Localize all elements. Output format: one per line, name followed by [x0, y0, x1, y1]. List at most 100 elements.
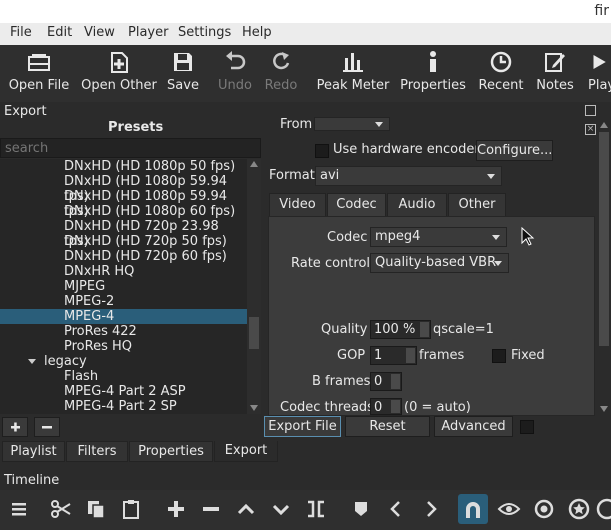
float-icon[interactable]: [585, 105, 596, 116]
preset-item[interactable]: DNxHD (HD 720p 23.98 fps): [0, 219, 247, 249]
configure-button[interactable]: Configure...: [476, 140, 553, 161]
preset-item[interactable]: DNxHD (HD 1080p 59.94 fps): [0, 189, 247, 219]
rate-control-combo[interactable]: Quality-based VBR: [370, 253, 509, 273]
undo-label: Undo: [218, 78, 252, 93]
export-scrollbar[interactable]: [598, 118, 611, 415]
tab-codec[interactable]: Codec: [327, 193, 386, 218]
next-icon[interactable]: [418, 496, 444, 522]
advanced-button[interactable]: Advanced: [434, 416, 513, 437]
dock-tab-filters[interactable]: Filters: [66, 441, 128, 462]
preset-item[interactable]: Flash: [0, 369, 247, 384]
menu-icon[interactable]: [6, 496, 32, 522]
presets-label: Presets: [108, 120, 164, 135]
menu-file[interactable]: File: [10, 25, 32, 40]
gop-label: GOP: [337, 348, 366, 363]
open-other-label: Open Other: [81, 78, 157, 93]
snap-icon[interactable]: [458, 494, 488, 524]
from-label: From: [280, 117, 313, 132]
redo-button[interactable]: Redo: [262, 45, 300, 102]
add-preset-button[interactable]: [2, 417, 28, 437]
preset-item[interactable]: DNxHD (HD 720p 50 fps): [0, 234, 247, 249]
preset-item[interactable]: DNxHD (HD 1080p 60 fps): [0, 204, 247, 219]
open-file-button[interactable]: Open File: [6, 45, 72, 102]
save-button[interactable]: Save: [164, 45, 202, 102]
recent-button[interactable]: Recent: [476, 45, 526, 102]
export-file-button[interactable]: Export File: [264, 416, 341, 437]
dock-tab-playlist[interactable]: Playlist: [2, 441, 65, 462]
menu-settings[interactable]: Settings: [178, 25, 231, 40]
from-combo[interactable]: [314, 117, 390, 131]
prev-icon[interactable]: [383, 496, 409, 522]
preset-item[interactable]: DNxHD (HD 720p 60 fps): [0, 249, 247, 264]
rate-control-label: Rate control: [291, 256, 371, 271]
menu-help[interactable]: Help: [242, 25, 272, 40]
undo-button[interactable]: Undo: [214, 45, 256, 102]
properties-button[interactable]: Properties: [398, 45, 468, 102]
preset-item[interactable]: MPEG-2: [0, 294, 247, 309]
preset-item[interactable]: DNxHD (HD 1080p 50 fps): [0, 159, 247, 174]
codec-threads-label: Codec threads: [280, 400, 374, 415]
preset-label: ProRes 422: [64, 324, 137, 339]
preset-item[interactable]: ProRes HQ: [0, 339, 247, 354]
preset-item[interactable]: MJPEG: [0, 279, 247, 294]
notes-label: Notes: [536, 78, 574, 93]
preset-item[interactable]: DNxHD (HD 1080p 59.94 fps): [0, 174, 247, 204]
menu-edit[interactable]: Edit: [47, 25, 72, 40]
preset-item[interactable]: MPEG-4 Part 2 ASP: [0, 384, 247, 399]
preset-item[interactable]: MPEG-4 Part 2 SP: [0, 399, 247, 414]
split-icon[interactable]: [303, 496, 329, 522]
dock-tab-properties[interactable]: Properties: [129, 441, 213, 462]
tab-other[interactable]: Other: [448, 193, 506, 217]
more-icon[interactable]: [596, 496, 611, 522]
playlist-button[interactable]: Play: [584, 45, 611, 102]
menu-view[interactable]: View: [84, 25, 115, 40]
paste-icon[interactable]: [118, 496, 144, 522]
preset-search-input[interactable]: [1, 139, 259, 157]
preset-label: legacy: [44, 354, 87, 369]
window-title: fir: [594, 3, 609, 19]
preset-scrollbar[interactable]: [247, 159, 261, 414]
reset-button[interactable]: Reset: [345, 416, 430, 437]
hw-encoder-checkbox[interactable]: [315, 144, 329, 158]
recent-icon: [476, 50, 526, 76]
quality-spinbox[interactable]: 100 %: [370, 320, 431, 339]
preset-label: DNxHD (HD 720p 50 fps): [64, 234, 227, 249]
format-combo[interactable]: avi: [315, 166, 502, 186]
bframes-spinbox[interactable]: 0: [370, 372, 402, 391]
preset-group[interactable]: legacy: [0, 354, 247, 369]
remove-preset-button[interactable]: [34, 417, 60, 437]
preset-item[interactable]: ProRes 422: [0, 324, 247, 339]
codec-threads-spinbox[interactable]: 0: [370, 398, 402, 415]
overwrite-icon[interactable]: [268, 496, 294, 522]
preset-search: [0, 138, 261, 158]
menu-player[interactable]: Player: [128, 25, 168, 40]
open-file-icon: [6, 50, 72, 76]
expand-arrow-icon[interactable]: [28, 359, 36, 364]
tab-audio[interactable]: Audio: [387, 193, 447, 217]
scrub-icon[interactable]: [496, 496, 522, 522]
copy-icon[interactable]: [83, 496, 109, 522]
cut-icon[interactable]: [48, 496, 74, 522]
notes-button[interactable]: Notes: [534, 45, 576, 102]
close-icon[interactable]: ×: [585, 124, 596, 135]
tab-video[interactable]: Video: [269, 193, 326, 217]
codec-combo[interactable]: mpeg4: [370, 227, 507, 247]
lift-icon[interactable]: [233, 496, 259, 522]
open-other-button[interactable]: Open Other: [80, 45, 158, 102]
gop-spinbox[interactable]: 1: [370, 346, 417, 365]
codec-label: Codec: [327, 230, 368, 245]
advanced-toggle-checkbox[interactable]: [520, 420, 534, 434]
gop-unit-label: frames: [419, 348, 465, 363]
preset-item[interactable]: MPEG-4: [0, 309, 247, 324]
peak-meter-button[interactable]: Peak Meter: [316, 45, 390, 102]
hw-encoder-label: Use hardware encoder: [333, 142, 480, 157]
marker-icon[interactable]: [348, 496, 374, 522]
redo-label: Redo: [264, 78, 298, 93]
ripple-icon[interactable]: [531, 496, 557, 522]
fixed-checkbox[interactable]: [492, 349, 506, 363]
append-icon[interactable]: [163, 496, 189, 522]
remove-icon[interactable]: [198, 496, 224, 522]
preset-item[interactable]: DNxHR HQ: [0, 264, 247, 279]
ripple-all-icon[interactable]: [566, 496, 592, 522]
dock-tab-export[interactable]: Export: [214, 441, 278, 462]
